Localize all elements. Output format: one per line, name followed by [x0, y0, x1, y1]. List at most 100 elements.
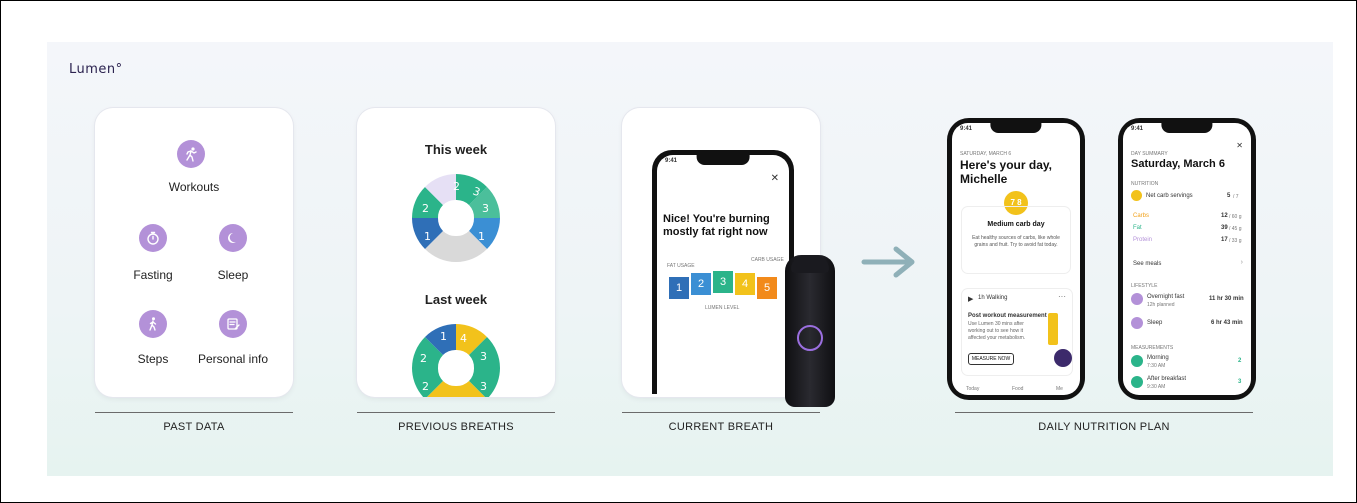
chevron-right-icon[interactable]: › — [1241, 259, 1243, 266]
section-divider — [357, 412, 555, 413]
day-type-title: Medium carb day — [987, 221, 1045, 228]
nav-today[interactable]: Today — [966, 386, 979, 392]
bottom-nav: Today Food Me — [952, 377, 1080, 395]
lifestyle-value: 11 hr 30 min — [1209, 296, 1244, 302]
breath-icon — [1131, 376, 1143, 388]
summary-date: Saturday, March 6 — [1131, 158, 1225, 170]
workout-description: Use Lumen 30 mins after working out to s… — [968, 321, 1026, 341]
greeting-title: Here's your day, Michelle — [960, 158, 1053, 186]
svg-text:3: 3 — [482, 202, 489, 215]
date-kicker: SATURDAY, MARCH 6 — [960, 151, 1012, 157]
svg-text:1: 1 — [478, 230, 485, 243]
nutrition-row-unit: / 45 g — [1229, 226, 1242, 232]
breath-fab-icon[interactable] — [1054, 349, 1072, 367]
this-week-wheel: 3 3 1 1 2 2 — [412, 174, 500, 262]
net-carb-icon — [1131, 190, 1142, 201]
past-data-label: Fasting — [133, 268, 173, 282]
level-5: 5 — [757, 277, 777, 299]
stopwatch-icon — [139, 224, 167, 252]
lumen-level-label: LUMEN LEVEL — [705, 305, 740, 311]
nutrition-row-unit: / 7 — [1233, 194, 1239, 200]
status-time: 9:41 — [960, 126, 973, 132]
carb-usage-label: CARB USAGE — [751, 257, 784, 263]
nav-food[interactable]: Food — [1012, 386, 1023, 392]
past-data-label: Personal info — [197, 352, 269, 366]
svg-text:3: 3 — [480, 350, 487, 363]
measurement-value: 2 — [1238, 358, 1242, 364]
see-meals-link[interactable]: See meals — [1133, 261, 1161, 267]
svg-text:2: 2 — [422, 202, 429, 215]
measurement-sub: 9:30 AM — [1147, 384, 1166, 390]
last-week-wheel: 4 3 1 2 2 3 — [412, 324, 500, 397]
lifestyle-value: 6 hr 43 min — [1211, 320, 1243, 326]
past-data-label: Workouts — [168, 180, 220, 194]
lumen-logo: Lumen° — [69, 62, 123, 77]
nav-me[interactable]: Me — [1056, 386, 1063, 392]
status-time: 9:41 — [1131, 126, 1144, 132]
nutrition-row-unit: / 33 g — [1229, 238, 1242, 244]
moon-icon — [219, 224, 247, 252]
svg-text:2: 2 — [453, 180, 460, 193]
level-4: 4 — [735, 273, 755, 295]
close-icon[interactable]: ✕ — [771, 173, 779, 184]
summary-phone: 9:41 ✕ DAY SUMMARY Saturday, March 6 NUT… — [1118, 118, 1256, 400]
lifestyle-label: Sleep — [1147, 320, 1163, 326]
profile-card-icon — [219, 310, 247, 338]
breath-message: Nice! You're burning mostly fat right no… — [663, 213, 770, 238]
summary-kicker: DAY SUMMARY — [1131, 151, 1168, 157]
past-data-label: Sleep — [217, 268, 249, 282]
measurement-sub: 7:30 AM — [1147, 363, 1166, 369]
section-caption: PREVIOUS BREATHS — [398, 421, 514, 433]
close-icon[interactable]: ✕ — [1236, 141, 1243, 150]
running-icon: ▶ — [968, 296, 974, 303]
phone-notch — [990, 123, 1042, 133]
past-data-label: Steps — [137, 352, 169, 366]
lifestyle-section-label: LIFESTYLE — [1131, 283, 1158, 289]
nutrition-section-label: NUTRITION — [1131, 181, 1159, 187]
past-data-card: Workouts Fasting Sleep Steps Personal in… — [95, 108, 293, 397]
status-time: 9:41 — [665, 158, 678, 164]
level-1: 1 — [669, 277, 689, 299]
phone-screen: 9:41 SATURDAY, MARCH 6 Here's your day, … — [952, 123, 1080, 395]
section-caption: CURRENT BREATH — [668, 421, 774, 433]
svg-text:3: 3 — [480, 380, 487, 393]
level-scale: 1 2 3 4 5 — [669, 271, 779, 301]
svg-text:2: 2 — [420, 352, 427, 365]
nutrition-row-value: 5 — [1227, 193, 1231, 199]
nutrition-row-value: 12 — [1221, 213, 1228, 219]
nutrition-row-label: Fat — [1133, 225, 1142, 231]
arrow-right-icon — [861, 246, 915, 278]
phone-notch — [696, 155, 750, 165]
lifestyle-label: Overnight fast — [1147, 294, 1185, 300]
this-week-heading: This week — [424, 142, 488, 157]
nutrition-row-unit: / 60 g — [1229, 214, 1242, 220]
measurements-section-label: MEASUREMENTS — [1131, 345, 1174, 351]
current-breath-phone: 9:41 ✕ Nice! You're burning mostly fat r… — [652, 150, 794, 394]
section-divider — [622, 412, 820, 413]
svg-text:4: 4 — [460, 332, 467, 345]
measure-now-button[interactable]: MEASURE NOW — [968, 353, 1014, 365]
nutrition-row-value: 39 — [1221, 225, 1228, 231]
level-3: 3 — [713, 271, 733, 293]
day-plan-card: Medium carb day Eat healthy sources of c… — [962, 207, 1070, 273]
device-cap — [791, 255, 829, 273]
today-phone: 9:41 SATURDAY, MARCH 6 Here's your day, … — [947, 118, 1085, 400]
gauge-bar — [1048, 313, 1058, 345]
section-divider — [95, 412, 293, 413]
fast-icon — [1131, 293, 1143, 305]
activity-label: 1h Walking — [978, 295, 1008, 301]
previous-breaths-card: This week 3 3 1 1 2 2 Last week 4 3 1 2 … — [357, 108, 555, 397]
section-caption: DAILY NUTRITION PLAN — [1038, 421, 1170, 433]
lumen-device — [785, 255, 835, 407]
svg-text:1: 1 — [424, 230, 431, 243]
nutrition-row-label: Protein — [1133, 237, 1153, 243]
nutrition-row-value: 17 — [1221, 237, 1228, 243]
running-icon — [177, 140, 205, 168]
section-caption: PAST DATA — [163, 421, 225, 433]
measurement-label: Morning — [1147, 355, 1169, 361]
more-icon[interactable]: ··· — [1058, 292, 1066, 301]
measurement-value: 3 — [1238, 379, 1242, 385]
phone-screen: 9:41 ✕ Nice! You're burning mostly fat r… — [657, 155, 789, 394]
measurement-label: After breakfast — [1147, 376, 1187, 382]
fat-usage-label: FAT USAGE — [667, 263, 695, 269]
